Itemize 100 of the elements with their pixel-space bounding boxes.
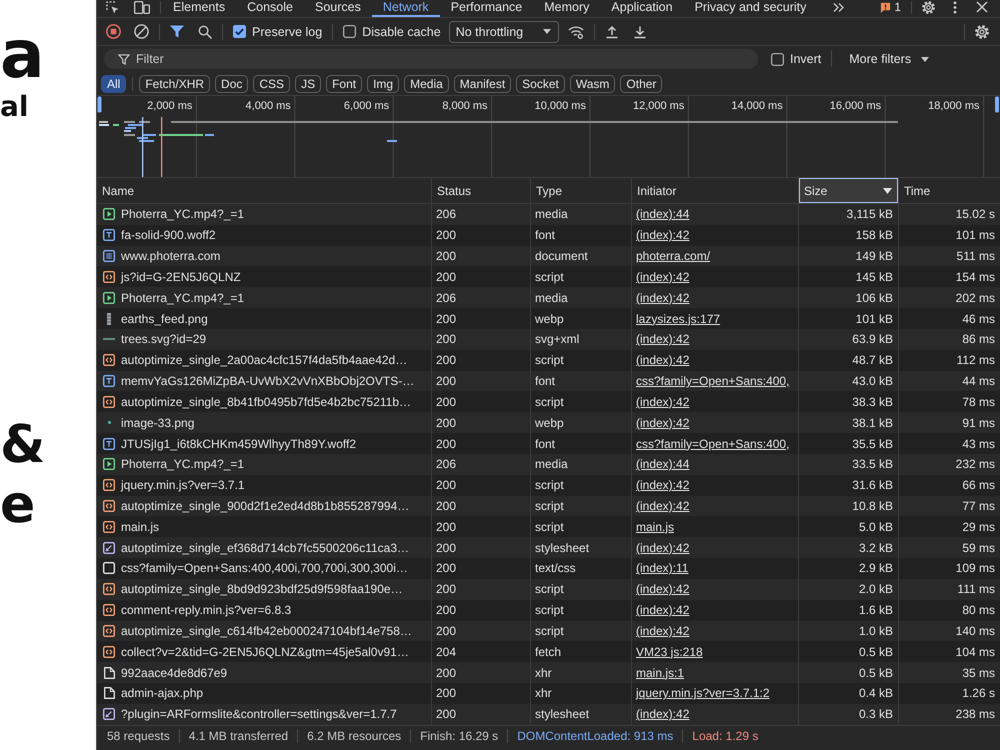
request-row[interactable]: main.js 200 script main.js 5.0 kB 29 ms [97,516,1000,538]
panel-tab[interactable]: Network [372,0,440,17]
request-row[interactable]: www.photerra.com 200 document photerra.com/ 149 kB 511 ms [97,246,1000,266]
type-filter-chip[interactable]: Media [404,74,449,92]
column-header[interactable]: Size [799,178,899,203]
request-row[interactable]: collect?v=2&tid=G-2EN5J6QLNZ&gtm=45je5al0v91… 204 fetch VM23 js:218 0.5 kB 104 ms [97,641,1000,662]
status-text: Load: 1.29 s [692,728,758,743]
settings-icon[interactable] [922,0,935,14]
request-row[interactable]: autoptimize_single_900d2f1e2ed4d8b1b855287994… 200 script (index):42 10.8 kB 77 ms [97,496,1000,516]
checkbox[interactable] [771,52,784,66]
type-filter-chip[interactable]: Manifest [454,74,512,92]
request-row[interactable]: autoptimize_single_8b41fb0495b7fd5e4b2bc75211b… 200 script (index):42 38.3 kB 78 ms [97,391,1000,412]
range-handle[interactable] [995,96,999,112]
initiator-link[interactable]: css?family=Open+Sans:400, [636,436,790,451]
kebab-menu-icon[interactable] [953,0,957,14]
request-row[interactable]: autoptimize_single_2a00ac4cfc157f4da5fb4aae42d… 200 script (index):42 48.7 kB 112 ms [97,350,1000,371]
column-header[interactable]: Time [899,178,1000,203]
filter-icon[interactable] [170,25,184,38]
clear-icon[interactable] [134,24,149,39]
inspect-icon[interactable] [106,0,120,14]
size-value: 3.2 kB [858,540,893,555]
initiator-link[interactable]: photerra.com/ [636,249,710,264]
initiator-link[interactable]: (index):42 [636,353,690,368]
type-filter-chip[interactable]: Img [367,74,400,92]
initiator-link[interactable]: (index):11 [636,561,688,576]
initiator-link[interactable]: (index):42 [636,603,690,618]
status-code: 206 [436,457,456,472]
initiator-link[interactable]: (index):44 [636,207,690,222]
panel-tab[interactable]: Application [600,0,684,17]
initiator-link[interactable]: (index):42 [636,707,690,722]
request-row[interactable]: autoptimize_single_c614fb42eb000247104bf14e758… 200 script (index):42 1.0 kB 140 ms [97,620,1000,642]
request-row[interactable]: css?family=Open+Sans:400,400i,700,700i,300,300i… 200 text/css (index):11 2.9 kB 109 ms [97,558,1000,579]
checkbox[interactable] [343,25,356,38]
request-row[interactable]: jquery.min.js?ver=3.7.1 200 script (index):42 31.6 kB 66 ms [97,474,1000,496]
panel-tab[interactable]: Privacy and security [684,0,818,17]
initiator-link[interactable]: VM23 js:218 [636,644,703,659]
initiator-link[interactable]: (index):44 [636,457,690,472]
resource-type: script [535,624,564,638]
panel-tab[interactable]: Sources [304,0,372,17]
initiator-link[interactable]: (index):42 [636,499,690,513]
request-row[interactable]: earths_feed.png 200 webp lazysizes.js:177 101 kB 46 ms [97,308,1000,329]
checkbox-label[interactable]: Preserve log [252,24,322,38]
initiator-link[interactable]: (index):42 [636,540,690,555]
initiator-link[interactable]: (index):42 [636,394,690,409]
initiator-link[interactable]: (index):42 [636,228,690,242]
initiator-link[interactable]: (index):42 [636,270,690,284]
initiator-link[interactable]: (index):42 [636,416,690,430]
search-icon[interactable] [198,24,212,38]
issues-button[interactable]: 1 [880,0,901,14]
request-row[interactable]: admin-ajax.php 200 xhr jquery.min.js?ver=3.7.1:2 0.4 kB 1.26 s [97,683,1000,704]
time-value: 46 ms [962,312,995,326]
checkbox-label[interactable]: Disable cache [362,24,441,38]
size-value: 106 kB [856,290,893,305]
checkbox[interactable] [233,25,246,38]
dom-content-loaded-line [142,117,144,177]
column-header[interactable]: Status [432,178,531,203]
request-row[interactable]: JTUSjIg1_i6t8kCHKm459WlhyyTh89Y.woff2 200 font css?family=Open+Sans:400, 35.5 kB 43 ms [97,433,1000,454]
checkbox-label[interactable]: Invert [790,52,822,66]
download-icon[interactable] [632,24,647,38]
initiator-link[interactable]: (index):42 [636,332,690,346]
more-filters-button[interactable]: More filters [849,52,930,66]
request-row[interactable]: fa-solid-900.woff2 200 font (index):42 158 kB 101 ms [97,224,1000,246]
range-handle[interactable] [98,96,102,112]
type-filter-chip[interactable]: Doc [215,74,248,92]
initiator-link[interactable]: main.js:1 [636,666,684,680]
filter-field[interactable]: Filter [104,49,758,69]
initiator-link[interactable]: (index):42 [636,624,690,638]
stop-recording-icon[interactable] [106,24,121,39]
double-chevron-icon[interactable] [833,2,844,12]
initiator-link[interactable]: (index):42 [636,582,690,596]
initiator-link[interactable]: (index):42 [636,290,690,305]
device-toolbar-icon[interactable] [134,0,150,14]
panel-tab[interactable]: Memory [533,0,600,17]
type-filter-chip[interactable]: Fetch/XHR [139,74,210,92]
type-filter-chip[interactable]: All [101,74,126,92]
type-filter-chip[interactable]: JS [295,74,322,92]
initiator-link[interactable]: jquery.min.js?ver=3.7.1:2 [636,686,770,700]
request-row[interactable]: memvYaGs126MiZpBA-UvWbX2vVnXBbObj2OVTS-… 200 font css?family=Open+Sans:400, 43.0 kB 44 ms [97,370,1000,392]
type-filter-chip[interactable]: Wasm [570,74,616,92]
request-row[interactable]: js?id=G-2EN5J6QLNZ 200 script (index):42 145 kB 154 ms [97,266,1000,288]
initiator-link[interactable]: (index):42 [636,478,690,492]
type-filter-chip[interactable]: CSS [253,74,290,92]
throttling-select[interactable]: No throttling [448,20,559,42]
initiator-link[interactable]: lazysizes.js:177 [636,312,720,326]
initiator-link[interactable]: main.js [636,520,674,534]
upload-icon[interactable] [604,24,619,38]
request-row[interactable]: comment-reply.min.js?ver=6.8.3 200 script (index):42 1.6 kB 80 ms [97,600,1000,621]
type-filter-chip[interactable]: Other [620,74,662,92]
close-icon[interactable] [976,1,988,13]
column-header[interactable]: Type [531,178,632,203]
initiator-link[interactable]: css?family=Open+Sans:400, [636,374,790,388]
column-header[interactable]: Name [97,178,432,203]
settings-icon[interactable] [975,24,989,38]
panel-tab[interactable]: Performance [440,0,534,17]
status-code: 200 [436,603,456,618]
panel-tab[interactable]: Console [236,0,304,17]
wifi-gear-icon[interactable] [568,24,584,38]
panel-tab[interactable]: Elements [162,0,236,17]
type-filter-chip[interactable]: Socket [516,74,565,92]
type-filter-chip[interactable]: Font [326,74,362,92]
